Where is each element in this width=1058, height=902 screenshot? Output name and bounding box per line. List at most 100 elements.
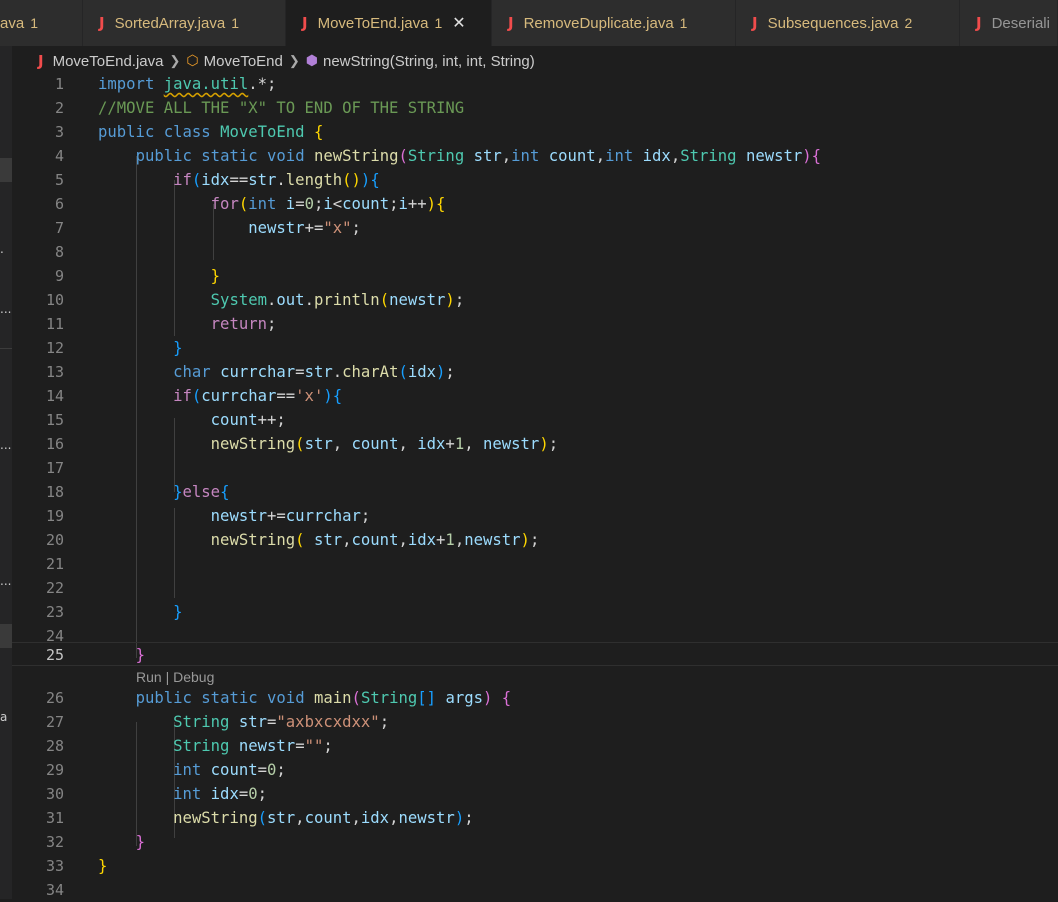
line-number: 2	[54, 99, 64, 117]
brace: }	[210, 267, 221, 285]
code-text: }	[98, 854, 107, 878]
token: ;	[323, 737, 333, 755]
line-number: 19	[45, 507, 64, 525]
code-text: char currchar=str.charAt(idx);	[98, 360, 455, 384]
line-number: 3	[54, 123, 64, 141]
line-number: 34	[45, 881, 64, 899]
token: <	[332, 195, 343, 213]
keyword: void	[267, 147, 305, 165]
code-line: 30 int idx=0;	[12, 782, 1058, 806]
code-line: 17	[12, 456, 1058, 480]
code-text: newString(str, count, idx+1, newstr);	[98, 432, 558, 456]
code-text: newstr+="x";	[98, 216, 361, 240]
param: str	[473, 147, 502, 165]
paren: (	[191, 387, 202, 405]
token: =	[295, 195, 305, 213]
line-number: 31	[45, 809, 64, 827]
param: args	[445, 689, 484, 707]
token: ,	[295, 809, 305, 827]
token: ,	[351, 809, 361, 827]
token: ;	[276, 761, 286, 779]
paren: (	[238, 195, 249, 213]
sidebar-selected-item[interactable]	[0, 158, 12, 182]
java-file-icon: J	[38, 52, 44, 70]
token: ;	[379, 713, 390, 731]
current-code-line: 25 }	[12, 642, 1058, 666]
token: ;	[464, 809, 474, 827]
tab-label: ava	[0, 14, 25, 32]
brace: {	[811, 147, 822, 165]
variable: idx	[210, 785, 239, 803]
token: ;	[529, 531, 540, 549]
keyword: int	[173, 761, 202, 779]
breadcrumb-method[interactable]: newString(String, int, int, String)	[323, 53, 535, 70]
token: +=	[304, 219, 324, 237]
token: ;	[267, 315, 277, 333]
close-icon[interactable]: ✕	[452, 13, 465, 33]
number: 1	[445, 531, 455, 549]
code-text: }	[98, 600, 182, 624]
code-text: int idx=0;	[98, 782, 267, 806]
number: 0	[267, 761, 277, 779]
line-number: 12	[45, 339, 64, 357]
token: ;	[360, 507, 371, 525]
token: ;	[313, 195, 324, 213]
tab-label: Subsequences.java	[767, 14, 899, 32]
tab-label: RemoveDuplicate.java	[523, 14, 674, 32]
tab-deserialize[interactable]: J Deseriali	[960, 0, 1058, 46]
variable: idx	[407, 363, 437, 381]
keyword: import	[98, 75, 155, 93]
code-text: }	[98, 643, 145, 667]
keyword: if	[173, 387, 192, 405]
line-number: 5	[54, 171, 64, 189]
breadcrumb-class[interactable]: MoveToEnd	[204, 53, 283, 70]
problem-count: 1	[30, 15, 38, 31]
tab-partial-java[interactable]: ava 1	[0, 0, 83, 46]
tab-subsequences[interactable]: J Subsequences.java 2	[736, 0, 960, 46]
sidebar-selected-item[interactable]	[0, 624, 12, 648]
token: =	[295, 363, 305, 381]
tab-sorted-array[interactable]: J SortedArray.java 1	[83, 0, 286, 46]
tab-move-to-end[interactable]: J MoveToEnd.java 1 ✕	[286, 0, 492, 46]
class-name: System	[210, 291, 268, 309]
code-line: 27 String str="axbxcxdxx";	[12, 710, 1058, 734]
token: =	[238, 785, 249, 803]
code-text: newString( str,count,idx+1,newstr);	[98, 528, 540, 552]
method-call: newString	[210, 531, 296, 549]
keyword: for	[210, 195, 239, 213]
problem-count: 1	[231, 15, 239, 31]
keyword: void	[267, 689, 305, 707]
code-line: 33 }	[12, 854, 1058, 878]
tab-label: MoveToEnd.java	[317, 14, 429, 32]
token: ++;	[257, 411, 286, 429]
line-number: 22	[45, 579, 64, 597]
token: ;	[454, 291, 465, 309]
line-number: 13	[45, 363, 64, 381]
paren: )	[520, 531, 530, 549]
paren: )	[454, 809, 465, 827]
token: ;	[351, 219, 361, 237]
brace: {	[370, 171, 380, 189]
breadcrumb-file[interactable]: MoveToEnd.java	[53, 53, 164, 70]
brace: }	[135, 833, 145, 851]
type: String	[173, 713, 230, 731]
keyword: static	[201, 147, 258, 165]
token: .	[332, 363, 343, 381]
token: ,	[332, 435, 352, 453]
variable: newstr	[464, 531, 521, 549]
string: "x"	[323, 219, 352, 237]
variable: str	[248, 171, 277, 189]
token: ,	[342, 531, 352, 549]
code-text: newString(str,count,idx,newstr);	[98, 806, 474, 830]
tab-remove-duplicate[interactable]: J RemoveDuplicate.java 1	[492, 0, 736, 46]
keyword: int	[173, 785, 202, 803]
keyword: char	[173, 363, 211, 381]
run-debug-codelens[interactable]: Run | Debug	[136, 667, 214, 687]
paren: )	[445, 291, 455, 309]
token: +	[436, 531, 446, 549]
code-editor[interactable]: 1 import java.util.*; 2 //MOVE ALL THE "…	[12, 72, 1058, 899]
line-number: 10	[45, 291, 64, 309]
code-text: newstr+=currchar;	[98, 504, 371, 528]
sidebar-text-fragment: a	[0, 710, 8, 724]
line-number: 21	[45, 555, 64, 573]
